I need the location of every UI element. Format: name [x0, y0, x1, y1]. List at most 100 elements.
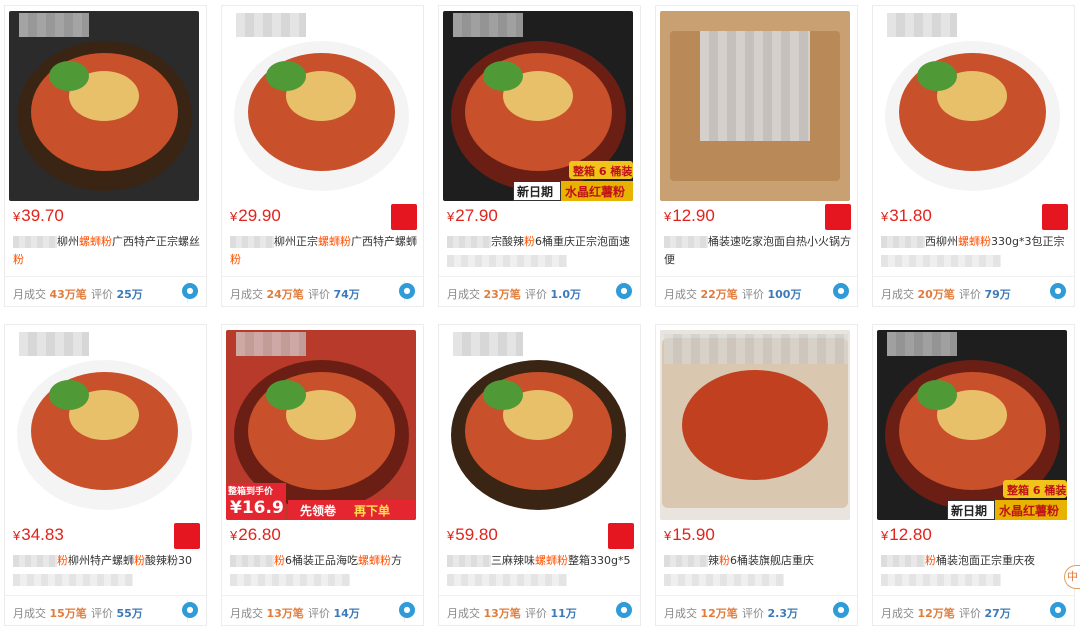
title-text: 西柳州: [925, 235, 958, 248]
product-title[interactable]: 桶装速吃家泡面自热小火锅方便: [664, 233, 852, 269]
blurred-text: [230, 236, 274, 248]
shop-badge-icon[interactable]: [391, 204, 417, 230]
title-keyword: 粉: [719, 554, 730, 567]
title-text: 6桶装正品海吃: [285, 554, 358, 567]
product-image[interactable]: [443, 330, 633, 520]
wangwang-chat-icon[interactable]: ●: [182, 602, 198, 618]
product-card[interactable]: ¥15.90 辣粉6桶装旗舰店重庆 月成交 12万笔 评价 2.3万 ●: [655, 324, 858, 626]
promo-coupon: 先领卷: [300, 504, 337, 518]
title-text: 辣: [708, 554, 719, 567]
product-card[interactable]: ¥12.90 桶装速吃家泡面自热小火锅方便 月成交 22万笔 评价 100万 ●: [655, 5, 858, 307]
product-price: ¥12.80: [881, 525, 932, 544]
title-keyword: 粉: [524, 235, 535, 248]
blurred-text: [230, 555, 274, 567]
review-count: 评价 2.3万: [742, 607, 798, 620]
review-count: 评价 1.0万: [525, 288, 581, 301]
title-text: 酸辣粉30: [145, 554, 192, 567]
review-count: 评价 74万: [308, 288, 360, 301]
product-image[interactable]: 整箱到手价 ¥16.9 先领卷 再下单: [226, 330, 416, 520]
title-text: 广西特产正宗螺丝: [112, 235, 200, 248]
title-text: 柳州正宗: [274, 235, 318, 248]
product-title[interactable]: 辣粉6桶装旗舰店重庆: [664, 552, 852, 588]
product-title[interactable]: 粉6桶装正品海吃螺蛳粉方: [230, 552, 418, 588]
title-text: 方: [391, 554, 402, 567]
product-image[interactable]: [660, 330, 850, 520]
product-stats: 月成交 13万笔 评价 14万 ●: [222, 595, 423, 625]
product-card[interactable]: 整箱到手价 ¥16.9 先领卷 再下单 ¥26.80 粉6桶装正品海吃螺蛳粉方 月成交 13…: [221, 324, 424, 626]
title-keyword: 螺蛳粉: [358, 554, 391, 567]
title-keyword: 螺蛳粉: [79, 235, 112, 248]
wangwang-chat-icon[interactable]: ●: [1050, 283, 1066, 299]
shop-badge-icon[interactable]: [1042, 204, 1068, 230]
title-keyword: 粉: [274, 554, 285, 567]
title-text: 广西特产螺蛳: [351, 235, 417, 248]
wangwang-chat-icon[interactable]: ●: [833, 283, 849, 299]
promo-label: 整箱到手价: [228, 487, 274, 497]
blurred-text: [447, 555, 491, 567]
wangwang-chat-icon[interactable]: ●: [833, 602, 849, 618]
wangwang-chat-icon[interactable]: ●: [616, 283, 632, 299]
product-title[interactable]: 粉柳州特产螺蛳粉酸辣粉30: [13, 552, 201, 588]
blurred-text: [447, 255, 567, 267]
title-keyword: 螺蛳粉: [318, 235, 351, 248]
wangwang-chat-icon[interactable]: ●: [399, 602, 415, 618]
title-text: 柳州: [57, 235, 79, 248]
product-stats: 月成交 13万笔 评价 11万 ●: [439, 595, 640, 625]
product-card[interactable]: 整箱 6 桶装 新日期 水晶红薯粉 ¥27.90 宗酸辣粉6桶重庆正宗泡面速 月成交 23…: [438, 5, 641, 307]
product-image[interactable]: [226, 11, 416, 201]
review-count: 评价 79万: [959, 288, 1011, 301]
product-image[interactable]: 整箱 6 桶装 新日期 水晶红薯粉: [443, 11, 633, 201]
product-title[interactable]: 宗酸辣粉6桶重庆正宗泡面速: [447, 233, 635, 269]
wangwang-chat-icon[interactable]: ●: [399, 283, 415, 299]
product-price: ¥27.90: [447, 206, 498, 225]
product-stats: 月成交 15万笔 评价 55万 ●: [5, 595, 206, 625]
product-title[interactable]: 三麻辣味螺蛳粉整箱330g*5: [447, 552, 635, 588]
product-price: ¥12.90: [664, 206, 715, 225]
product-image[interactable]: [9, 330, 199, 520]
blurred-text: [664, 236, 708, 248]
product-stats: 月成交 20万笔 评价 79万 ●: [873, 276, 1074, 306]
wangwang-chat-icon[interactable]: ●: [182, 283, 198, 299]
product-title[interactable]: 柳州正宗螺蛳粉广西特产螺蛳粉: [230, 233, 418, 269]
promo-date: 新日期: [951, 504, 988, 518]
promo-date: 新日期: [517, 185, 554, 199]
monthly-sales: 月成交 20万笔: [881, 288, 955, 301]
product-card[interactable]: ¥34.83 粉柳州特产螺蛳粉酸辣粉30 月成交 15万笔 评价 55万 ●: [4, 324, 207, 626]
shop-badge-icon[interactable]: [825, 204, 851, 230]
product-title[interactable]: 柳州螺蛳粉广西特产正宗螺丝粉: [13, 233, 201, 269]
product-price: ¥34.83: [13, 525, 64, 544]
wangwang-chat-icon[interactable]: ●: [1050, 602, 1066, 618]
product-image[interactable]: [9, 11, 199, 201]
product-card[interactable]: ¥39.70 柳州螺蛳粉广西特产正宗螺丝粉 月成交 43万笔 评价 25万 ●: [4, 5, 207, 307]
blurred-text: [13, 555, 57, 567]
review-count: 评价 11万: [525, 607, 577, 620]
blurred-text: [664, 555, 708, 567]
review-count: 评价 25万: [91, 288, 143, 301]
shop-badge-icon[interactable]: [608, 523, 634, 549]
wangwang-chat-icon[interactable]: ●: [616, 602, 632, 618]
product-stats: 月成交 24万笔 评价 74万 ●: [222, 276, 423, 306]
product-card[interactable]: ¥29.90 柳州正宗螺蛳粉广西特产螺蛳粉 月成交 24万笔 评价 74万 ●: [221, 5, 424, 307]
product-title[interactable]: 粉桶装泡面正宗重庆夜: [881, 552, 1069, 588]
blurred-text: [881, 555, 925, 567]
monthly-sales: 月成交 15万笔: [13, 607, 87, 620]
promo-noodle: 水晶红薯粉: [565, 185, 626, 199]
product-card[interactable]: 整箱 6 桶装 新日期 水晶红薯粉 ¥12.80 粉桶装泡面正宗重庆夜 月成交 12万笔评…: [872, 324, 1075, 626]
shop-badge-icon[interactable]: [174, 523, 200, 549]
title-keyword: 粉: [230, 253, 241, 266]
product-title[interactable]: 西柳州螺蛳粉330g*3包正宗: [881, 233, 1069, 269]
product-price: ¥39.70: [13, 206, 64, 225]
monthly-sales: 月成交 13万笔: [230, 607, 304, 620]
product-image[interactable]: [877, 11, 1067, 201]
monthly-sales: 月成交 12万笔: [881, 607, 955, 620]
product-card[interactable]: ¥31.80 西柳州螺蛳粉330g*3包正宗 月成交 20万笔 评价 79万 ●: [872, 5, 1075, 307]
promo-label: 整箱 6 桶装: [1007, 484, 1067, 497]
product-card[interactable]: ¥59.80 三麻辣味螺蛳粉整箱330g*5 月成交 13万笔 评价 11万 ●: [438, 324, 641, 626]
product-price: ¥59.80: [447, 525, 498, 544]
product-image[interactable]: 整箱 6 桶装 新日期 水晶红薯粉: [877, 330, 1067, 520]
product-stats: 月成交 12万笔 评价 2.3万 ●: [656, 595, 857, 625]
product-stats: 月成交 43万笔 评价 25万 ●: [5, 276, 206, 306]
review-count: 评价 55万: [91, 607, 143, 620]
product-image[interactable]: [660, 11, 850, 201]
blurred-text: [447, 236, 491, 248]
